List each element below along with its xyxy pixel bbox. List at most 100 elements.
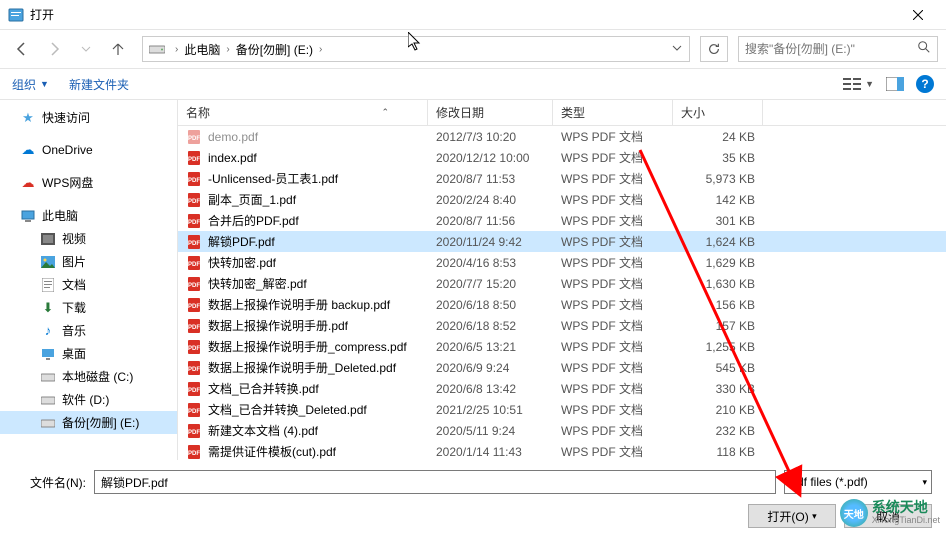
file-name: 需提供证件模板(cut).pdf [208,443,336,460]
file-size: 24 KB [673,130,763,144]
cloud-icon: ☁ [20,142,36,158]
app-icon [8,7,24,23]
svg-text:PDF: PDF [188,367,200,373]
file-type-select[interactable]: Pdf files (*.pdf) ▾ [784,470,932,494]
file-row[interactable]: PDF解锁PDF.pdf2020/11/24 9:42WPS PDF 文档1,6… [178,231,946,252]
search-box[interactable] [738,36,938,62]
file-row[interactable]: PDFdemo.pdf2012/7/3 10:20WPS PDF 文档24 KB [178,126,946,147]
file-size: 210 KB [673,403,763,417]
view-mode-button[interactable]: ▼ [843,77,874,91]
open-button[interactable]: 打开(O) ▾ [748,504,836,528]
chevron-right-icon: › [222,44,233,55]
sidebar-documents[interactable]: 文档 [0,273,177,296]
svg-text:PDF: PDF [188,157,200,163]
up-button[interactable] [104,35,132,63]
file-size: 545 KB [673,361,763,375]
file-row[interactable]: PDFindex.pdf2020/12/12 10:00WPS PDF 文档35… [178,147,946,168]
file-name: 新建文本文档 (4).pdf [208,422,318,439]
svg-text:PDF: PDF [188,430,200,436]
sidebar-downloads[interactable]: ⬇下载 [0,296,177,319]
sidebar-drive-d[interactable]: 软件 (D:) [0,388,177,411]
back-button[interactable] [8,35,36,63]
file-date: 2020/8/7 11:53 [428,172,553,186]
chevron-down-icon: ▼ [40,79,49,89]
sidebar-desktop[interactable]: 桌面 [0,342,177,365]
column-date[interactable]: 修改日期 [428,100,553,125]
help-button[interactable]: ? [916,75,934,93]
file-type: WPS PDF 文档 [553,443,673,460]
file-row[interactable]: PDF副本_页面_1.pdf2020/2/24 8:40WPS PDF 文档14… [178,189,946,210]
file-row[interactable]: PDF新建文本文档 (4).pdf2020/5/11 9:24WPS PDF 文… [178,420,946,441]
sidebar-onedrive[interactable]: ☁OneDrive [0,139,177,161]
preview-pane-button[interactable] [886,77,904,91]
column-headers: 名称⌃ 修改日期 类型 大小 [178,100,946,126]
file-row[interactable]: PDF数据上报操作说明手册_Deleted.pdf2020/6/9 9:24WP… [178,357,946,378]
dialog-footer: 文件名(N): Pdf files (*.pdf) ▾ 打开(O) ▾ 取消 [0,460,946,538]
file-name: 副本_页面_1.pdf [208,191,296,208]
file-size: 1,624 KB [673,235,763,249]
file-row[interactable]: PDF 数据上报操作说明手册.pdf 2020/6/18 8:52WPS PDF 文… [178,315,946,336]
close-button[interactable] [898,0,938,30]
organize-menu[interactable]: 组织 ▼ [12,76,49,93]
file-row[interactable]: PDF需提供证件模板(cut).pdf2020/1/14 11:43WPS PD… [178,441,946,460]
file-date: 2012/7/3 10:20 [428,130,553,144]
new-folder-button[interactable]: 新建文件夹 [69,76,129,93]
forward-button[interactable] [40,35,68,63]
file-row[interactable]: PDF数据上报操作说明手册_compress.pdf2020/6/5 13:21… [178,336,946,357]
file-size: 1,629 KB [673,256,763,270]
column-type[interactable]: 类型 [553,100,673,125]
file-name: 合并后的PDF.pdf [208,212,299,229]
file-type: WPS PDF 文档 [553,149,673,166]
file-row[interactable]: PDF文档_已合并转换.pdf2020/6/8 13:42WPS PDF 文档3… [178,378,946,399]
chevron-down-icon: ▾ [922,477,927,488]
svg-text:PDF: PDF [188,136,200,142]
drive-icon [40,392,56,408]
file-row[interactable]: PDF文档_已合并转换_Deleted.pdf2021/2/25 10:51WP… [178,399,946,420]
svg-text:PDF: PDF [188,178,200,184]
file-row[interactable]: PDF-Unlicensed-员工表1.pdf2020/8/7 11:53WPS… [178,168,946,189]
desktop-icon [40,346,56,362]
sidebar-videos[interactable]: 视频 [0,227,177,250]
svg-text:PDF: PDF [188,325,200,331]
file-name: -Unlicensed-员工表1.pdf [208,170,338,187]
file-type: WPS PDF 文档 [553,380,673,397]
file-type: WPS PDF 文档 [553,254,673,271]
file-row[interactable]: PDF快转加密_解密.pdf2020/7/7 15:20WPS PDF 文档1,… [178,273,946,294]
sidebar-drive-e[interactable]: 备份[勿删] (E:) [0,411,177,434]
document-icon [40,277,56,293]
sidebar-this-pc[interactable]: 此电脑 [0,204,177,227]
crumb-drive[interactable]: 备份[勿删] (E:) [234,41,315,58]
sidebar-drive-c[interactable]: 本地磁盘 (C:) [0,365,177,388]
filename-input[interactable] [94,470,776,494]
file-row[interactable]: PDF数据上报操作说明手册 backup.pdf2020/6/18 8:50WP… [178,294,946,315]
column-name[interactable]: 名称⌃ [178,100,428,125]
file-name: 文档_已合并转换_Deleted.pdf [208,401,367,418]
sidebar-music[interactable]: ♪音乐 [0,319,177,342]
sidebar-pictures[interactable]: 图片 [0,250,177,273]
file-type: WPS PDF 文档 [553,191,673,208]
search-icon [917,40,931,59]
file-list[interactable]: PDFdemo.pdf2012/7/3 10:20WPS PDF 文档24 KB… [178,126,946,460]
file-type: WPS PDF 文档 [553,317,673,334]
svg-text:PDF: PDF [188,346,200,352]
search-input[interactable] [745,42,917,56]
file-date: 2020/6/18 8:52 [428,319,553,333]
crumb-thispc[interactable]: 此电脑 [182,41,222,58]
window-title: 打开 [30,6,898,23]
refresh-button[interactable] [700,36,728,62]
file-size: 1,630 KB [673,277,763,291]
address-dropdown[interactable] [665,40,689,58]
file-row[interactable]: PDF快转加密.pdf2020/4/16 8:53WPS PDF 文档1,629… [178,252,946,273]
file-row[interactable]: PDF合并后的PDF.pdf2020/8/7 11:56WPS PDF 文档30… [178,210,946,231]
column-size[interactable]: 大小 [673,100,763,125]
file-size: 5,973 KB [673,172,763,186]
sidebar-wps[interactable]: ☁WPS网盘 [0,171,177,194]
file-date: 2020/12/12 10:00 [428,151,553,165]
file-name: 解锁PDF.pdf [208,233,275,250]
svg-text:PDF: PDF [188,220,200,226]
recent-dropdown[interactable] [72,35,100,63]
address-bar[interactable]: › 此电脑 › 备份[勿删] (E:) › [142,36,690,62]
sidebar-quick-access[interactable]: ★快速访问 [0,106,177,129]
file-name: 数据上报操作说明手册.pdf [208,317,348,334]
titlebar: 打开 [0,0,946,30]
